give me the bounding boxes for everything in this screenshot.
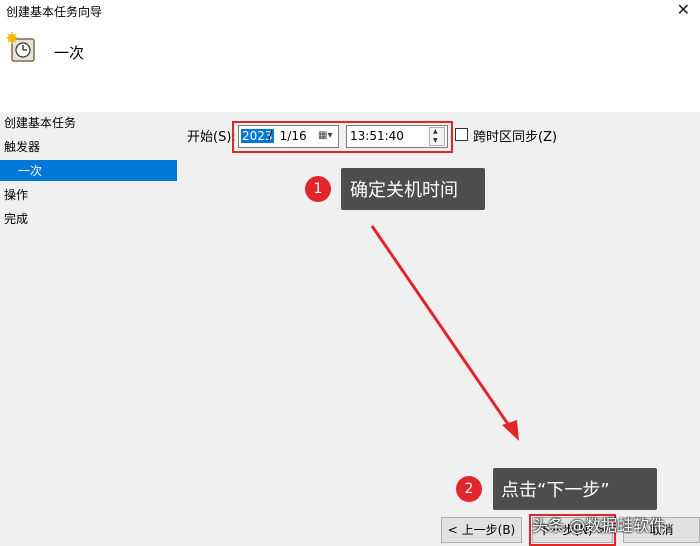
- step-2-text: 点击“下一步”: [501, 480, 610, 501]
- step-2-callout: 点击“下一步”: [493, 468, 657, 510]
- watermark: 头条 @数据蛙软件: [532, 516, 666, 535]
- back-button[interactable]: < 上一步(B): [441, 517, 522, 543]
- step-2-badge: 2: [456, 476, 482, 502]
- arrow-icon: [370, 225, 519, 441]
